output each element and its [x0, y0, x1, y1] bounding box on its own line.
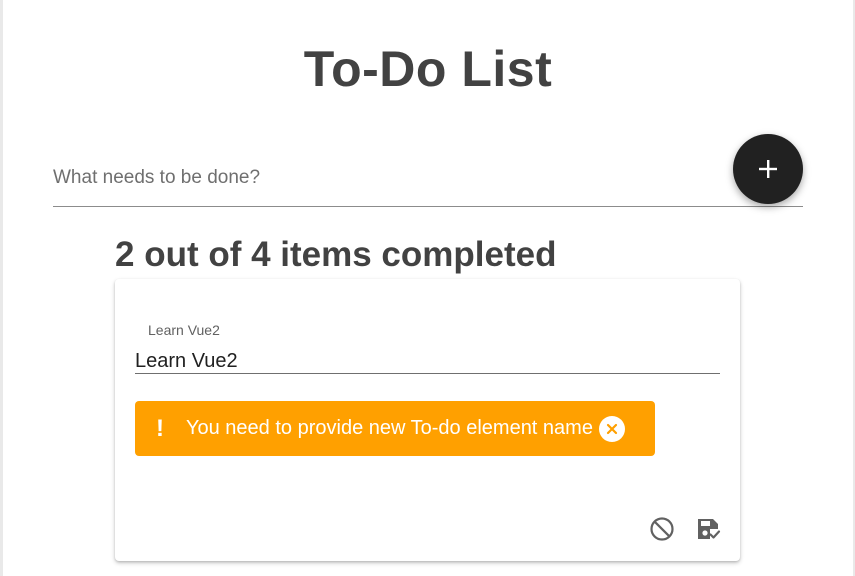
block-icon	[650, 517, 674, 541]
card-actions	[648, 515, 722, 543]
alert-close-button[interactable]	[598, 415, 625, 442]
cancel-button[interactable]	[648, 515, 676, 543]
page-title: To-Do List	[303, 41, 553, 97]
close-circle-icon	[606, 423, 618, 434]
todo-name-input[interactable]	[135, 349, 720, 374]
save-button[interactable]	[694, 515, 722, 543]
plus-icon	[759, 160, 777, 178]
exclamation-icon: !	[156, 414, 164, 442]
window-frame: To-Do List 2 out of 4 items completed Le…	[0, 0, 855, 576]
validation-alert: ! You need to provide new To-do element …	[135, 401, 655, 456]
completion-summary: 2 out of 4 items completed	[115, 235, 557, 274]
todo-edit-card: Learn Vue2 ! You need to provide new To-…	[115, 279, 740, 561]
add-todo-button[interactable]	[733, 134, 803, 204]
app-panel: To-Do List 2 out of 4 items completed Le…	[3, 0, 853, 576]
new-todo-input[interactable]	[53, 150, 803, 207]
todo-name-label: Learn Vue2	[148, 322, 220, 338]
save-icon	[698, 519, 721, 539]
alert-message: You need to provide new To-do element na…	[186, 417, 593, 439]
